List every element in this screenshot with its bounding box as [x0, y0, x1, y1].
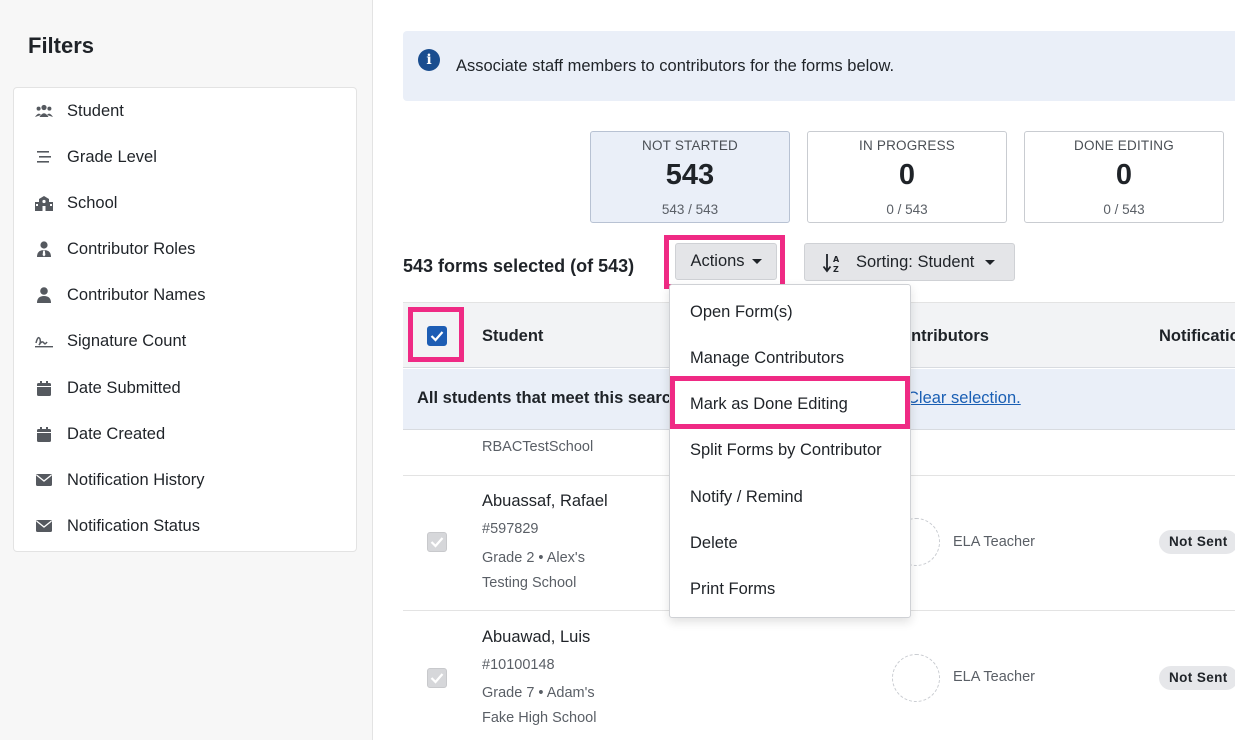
stat-label: IN PROGRESS	[859, 138, 955, 153]
menu-item-label: Manage Contributors	[690, 349, 845, 367]
student-grade: Grade 2 • Alex's	[482, 550, 585, 566]
stat-in-progress[interactable]: IN PROGRESS 0 0 / 543	[807, 131, 1007, 223]
sort-label: Sorting: Student	[856, 253, 975, 271]
svg-text:A: A	[833, 255, 840, 264]
stat-label: NOT STARTED	[642, 138, 738, 153]
student-id: #10100148	[482, 657, 555, 673]
calendar-icon	[35, 379, 53, 397]
caret-down-icon	[985, 260, 995, 265]
filter-school[interactable]: School	[14, 180, 356, 226]
student-school: Testing School	[482, 575, 577, 591]
signature-icon	[35, 332, 53, 350]
clear-selection-link[interactable]: Clear selection.	[907, 389, 1021, 408]
contributor-role: ELA Teacher	[953, 669, 1035, 685]
filters-sidebar: Filters Student Grade Level School Contr…	[0, 0, 373, 740]
envelope-icon	[35, 471, 53, 489]
menu-item-label: Print Forms	[690, 580, 776, 598]
menu-item-manage-contributors[interactable]: Manage Contributors	[670, 336, 910, 380]
contributor-role: ELA Teacher	[953, 534, 1035, 550]
student-grade: Grade 7 • Adam's	[482, 685, 595, 701]
filter-label: School	[67, 193, 118, 212]
filter-notification-status[interactable]: Notification Status	[14, 503, 356, 549]
filter-label: Student	[67, 101, 124, 120]
menu-item-label: Split Forms by Contributor	[690, 441, 882, 459]
student-school: RBACTestSchool	[482, 439, 594, 455]
calendar-icon	[35, 425, 53, 443]
student-name[interactable]: Abuassaf, Rafael	[482, 492, 608, 511]
status-badge: Not Sent	[1159, 530, 1235, 554]
student-school: Fake High School	[482, 710, 597, 726]
student-name[interactable]: Abuawad, Luis	[482, 628, 590, 647]
user-tie-icon	[35, 240, 53, 258]
select-all-highlight	[408, 307, 464, 362]
filter-label: Notification History	[67, 470, 205, 489]
filter-signature-count[interactable]: Signature Count	[14, 318, 356, 364]
status-badge: Not Sent	[1159, 666, 1235, 690]
filter-list: Student Grade Level School Contributor R…	[13, 87, 357, 552]
info-icon: i	[418, 49, 440, 71]
filter-label: Signature Count	[67, 331, 187, 350]
column-header-contributors[interactable]: ontributors	[901, 327, 989, 346]
filter-date-created[interactable]: Date Created	[14, 411, 356, 457]
stat-value: 0	[1115, 159, 1133, 191]
column-header-student[interactable]: Student	[482, 327, 543, 346]
filter-grade-level[interactable]: Grade Level	[14, 134, 356, 180]
filters-title: Filters	[28, 33, 95, 58]
info-banner-text: Associate staff members to contributors …	[456, 57, 895, 75]
menu-item-label: Notify / Remind	[690, 488, 803, 506]
actions-menu: Open Form(s) Manage Contributors Mark as…	[669, 284, 911, 618]
filter-label: Contributor Names	[67, 285, 206, 304]
filter-student[interactable]: Student	[14, 88, 356, 134]
stat-sub: 543 / 543	[661, 202, 719, 217]
actions-highlight	[664, 235, 785, 289]
menu-item-notify-remind[interactable]: Notify / Remind	[670, 475, 910, 519]
filter-date-submitted[interactable]: Date Submitted	[14, 365, 356, 411]
stat-value: 543	[665, 159, 715, 191]
stat-sub: 0 / 543	[1103, 202, 1145, 217]
menu-item-label: Open Form(s)	[690, 303, 793, 321]
users-icon	[35, 102, 53, 120]
row-checkbox[interactable]	[427, 668, 447, 688]
menu-item-split-forms[interactable]: Split Forms by Contributor	[670, 428, 910, 472]
stat-not-started[interactable]: NOT STARTED 543 543 / 543	[590, 131, 790, 223]
filter-label: Contributor Roles	[67, 239, 196, 258]
select-banner-text: All students that meet this search	[417, 389, 682, 407]
menu-item-label: Delete	[690, 534, 738, 552]
stat-done-editing[interactable]: DONE EDITING 0 0 / 543	[1024, 131, 1224, 223]
svg-text:Z: Z	[833, 265, 839, 273]
list-icon	[35, 148, 53, 166]
column-header-notifications[interactable]: Notificatio	[1159, 327, 1235, 346]
filter-notification-history[interactable]: Notification History	[14, 457, 356, 503]
filter-label: Notification Status	[67, 516, 200, 535]
user-icon	[35, 286, 53, 304]
info-banner: i Associate staff members to contributor…	[403, 31, 1235, 101]
menu-item-open-forms[interactable]: Open Form(s)	[670, 290, 910, 334]
filter-label: Grade Level	[67, 147, 157, 166]
row-checkbox[interactable]	[427, 532, 447, 552]
school-icon	[35, 194, 53, 212]
stat-value: 0	[898, 159, 916, 191]
sort-icon: AZ	[822, 253, 842, 274]
filter-label: Date Created	[67, 424, 166, 443]
menu-item-delete[interactable]: Delete	[670, 521, 910, 565]
filter-label: Date Submitted	[67, 378, 181, 397]
envelope-icon	[35, 517, 53, 535]
student-id: #597829	[482, 521, 539, 537]
table-row[interactable]: Abuawad, Luis #10100148 Grade 7 • Adam's…	[403, 611, 1235, 740]
mark-done-highlight	[670, 376, 910, 429]
selected-count: 543 forms selected (of 543)	[403, 256, 635, 276]
sort-button[interactable]: AZ Sorting: Student	[804, 243, 1015, 281]
filter-contributor-roles[interactable]: Contributor Roles	[14, 226, 356, 272]
stat-sub: 0 / 543	[886, 202, 928, 217]
menu-item-print-forms[interactable]: Print Forms	[670, 567, 910, 611]
stat-label: DONE EDITING	[1074, 138, 1174, 153]
filter-contributor-names[interactable]: Contributor Names	[14, 272, 356, 318]
contributor-avatar[interactable]	[892, 654, 940, 702]
